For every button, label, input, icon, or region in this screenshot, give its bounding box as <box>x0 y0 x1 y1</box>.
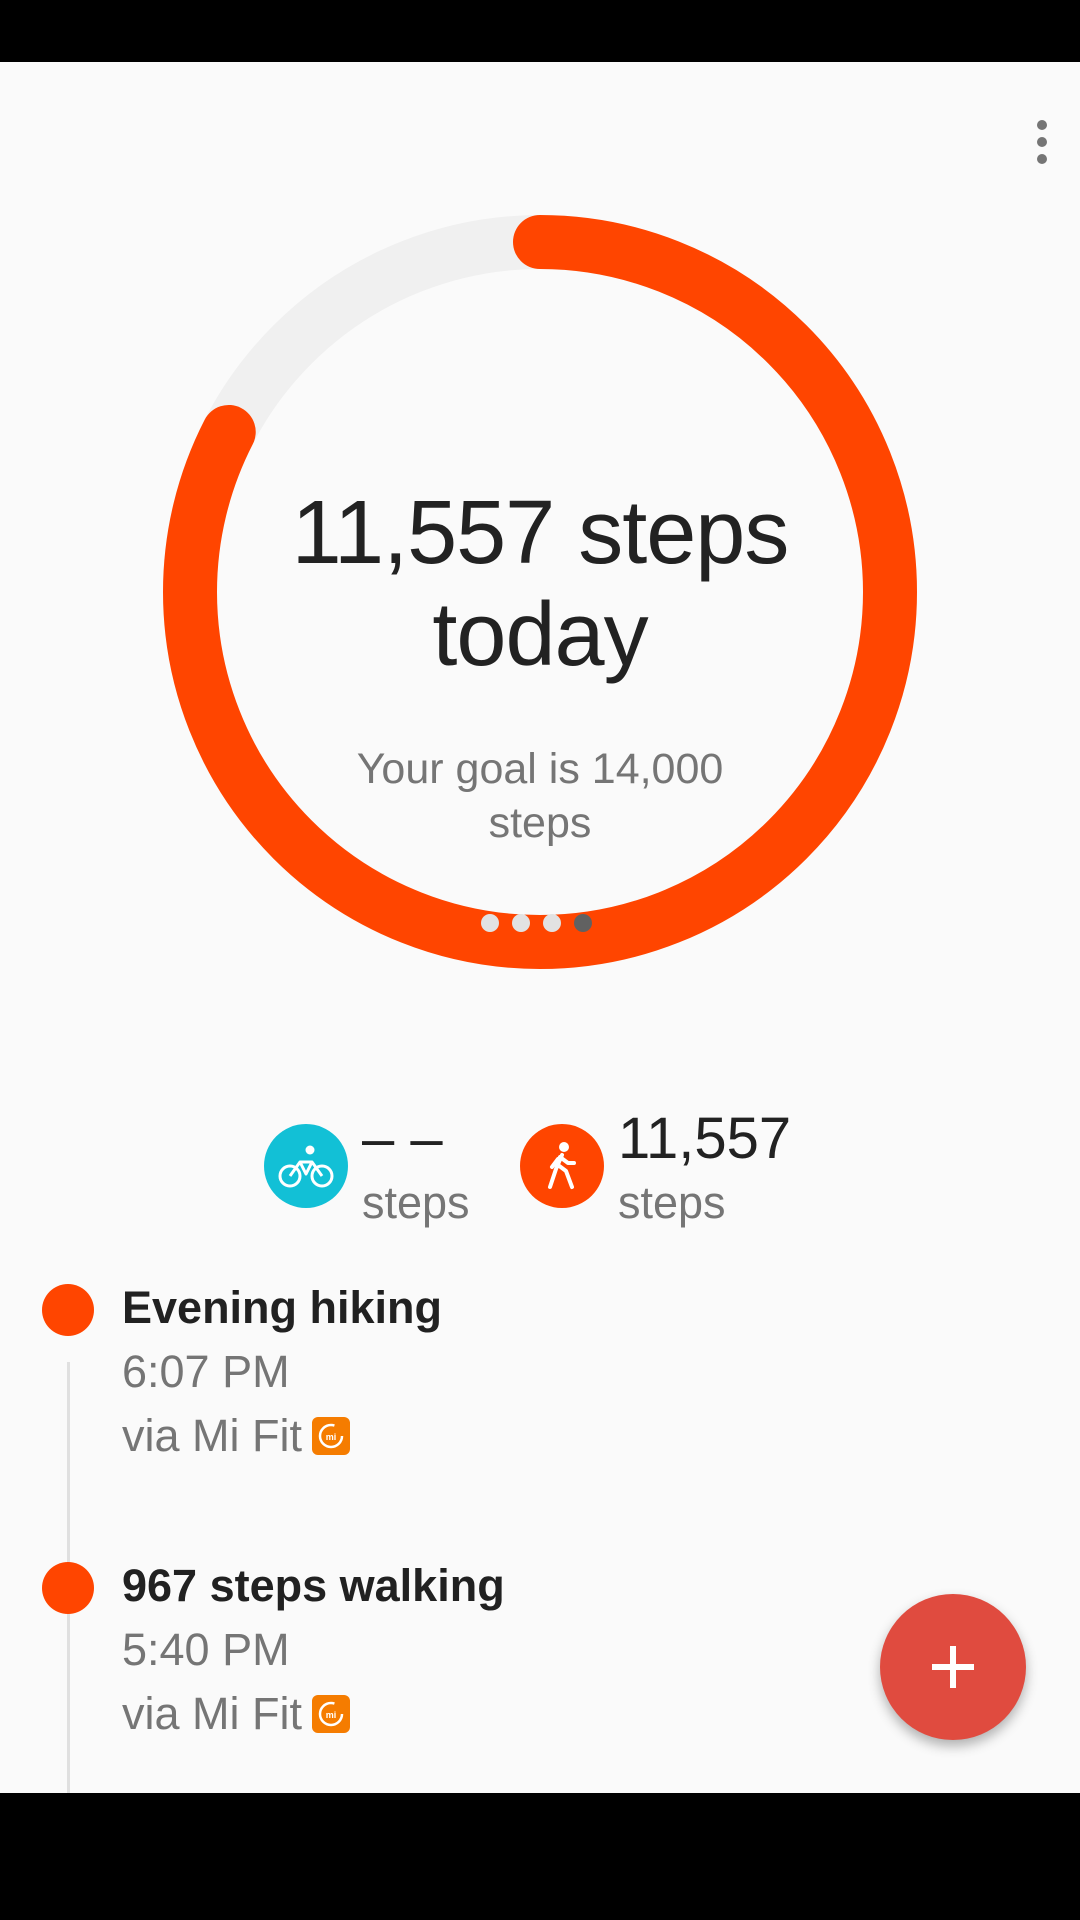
mi-fit-icon: mi <box>312 1695 350 1733</box>
entry-time: 6:07 PM <box>122 1346 290 1397</box>
walking-activity[interactable]: 11,557 steps <box>520 1102 791 1230</box>
svg-text:mi: mi <box>326 1432 337 1442</box>
entry-title: Evening hiking <box>122 1282 443 1333</box>
page-indicator <box>481 914 592 932</box>
steps-count-text: 11,557 steps <box>291 483 790 583</box>
goal-text: Your goal is 14,000 steps <box>356 745 724 847</box>
bike-icon <box>264 1124 348 1208</box>
timeline-bullet <box>42 1562 94 1614</box>
cycling-activity[interactable]: – – steps <box>264 1102 470 1230</box>
page-dot <box>481 914 499 932</box>
steps-today-label: today <box>432 585 648 685</box>
mi-fit-icon: mi <box>312 1417 350 1455</box>
svg-text:mi: mi <box>326 1710 337 1720</box>
steps-today: 11,557 steps today <box>240 482 840 686</box>
more-vert-icon[interactable] <box>1012 102 1072 182</box>
page-dot-active <box>574 914 592 932</box>
entry-source: via Mi Fit <box>122 1688 302 1739</box>
page-dot <box>512 914 530 932</box>
entry-time: 5:40 PM <box>122 1624 290 1675</box>
fit-home-screen: 11,557 steps today Your goal is 14,000 s… <box>0 62 1080 1793</box>
page-dot <box>543 914 561 932</box>
walking-icon <box>520 1124 604 1208</box>
entry-source: via Mi Fit <box>122 1410 302 1461</box>
status-bar <box>0 0 1080 62</box>
entry-title: 967 steps walking <box>122 1560 505 1611</box>
walking-steps-unit: steps <box>618 1177 726 1228</box>
cycling-steps-value: – – <box>362 1106 443 1171</box>
navigation-bar <box>0 1793 1080 1920</box>
timeline-bullet <box>42 1284 94 1336</box>
add-fab-button[interactable] <box>880 1594 1026 1740</box>
plus-icon <box>932 1646 974 1688</box>
walking-steps-value: 11,557 <box>618 1106 792 1171</box>
cycling-steps-unit: steps <box>362 1177 470 1228</box>
